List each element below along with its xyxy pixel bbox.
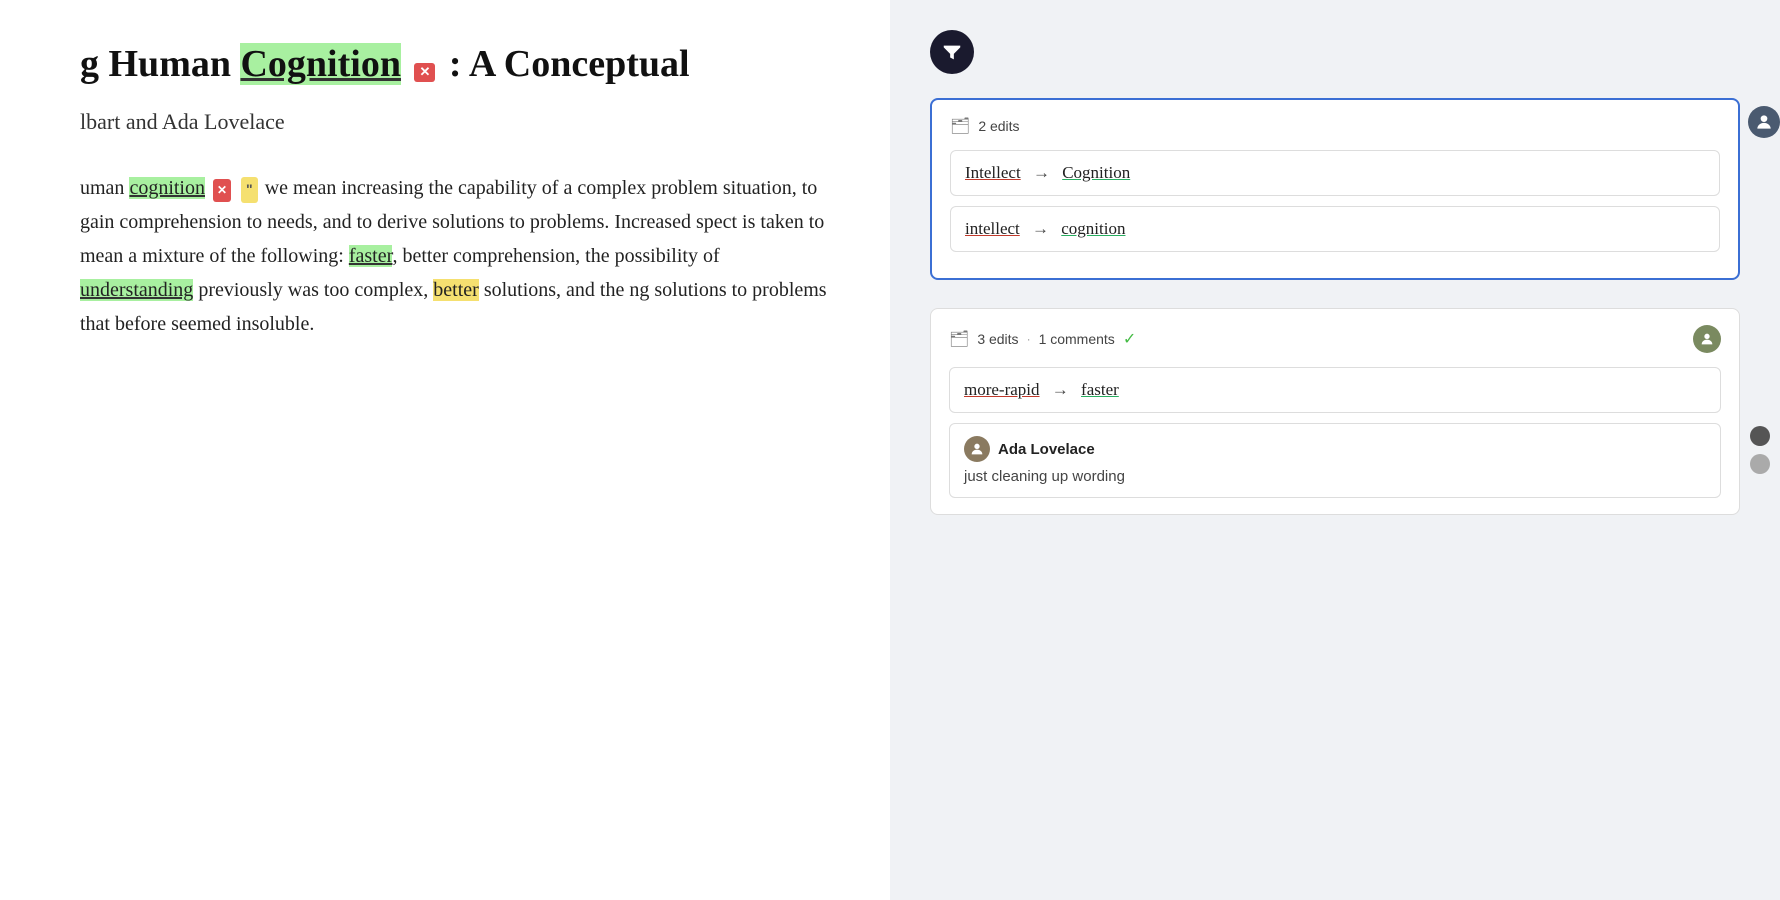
filter-icon bbox=[941, 41, 963, 63]
card2-new-1: faster bbox=[1081, 380, 1119, 399]
review-card-2-inner[interactable]: 🗂 3 edits · 1 comments ✓ more-rapid → fa… bbox=[930, 308, 1740, 515]
card1-new-2: cognition bbox=[1061, 219, 1125, 238]
title-after: : A Conceptual bbox=[439, 43, 689, 85]
document-title: g Human Cognition ✕ : A Conceptual bbox=[80, 40, 830, 89]
body-faster: faster bbox=[349, 245, 393, 267]
title-delete-badge: ✕ bbox=[414, 63, 435, 82]
review-card-2: 🗂 3 edits · 1 comments ✓ more-rapid → fa… bbox=[930, 308, 1740, 515]
review-card-1: 🗂 2 edits Intellect → Cognition intellec… bbox=[930, 98, 1740, 280]
body-better: better bbox=[433, 279, 479, 301]
body-quote-badge: " bbox=[241, 177, 258, 203]
card1-old-2: intellect bbox=[965, 219, 1020, 238]
side-dot-1[interactable] bbox=[1750, 426, 1770, 446]
folder-icon-1: 🗂 bbox=[950, 116, 970, 136]
body-cognition: cognition bbox=[129, 177, 205, 199]
filter-button[interactable] bbox=[930, 30, 974, 74]
card1-arrow-2: → bbox=[1032, 219, 1049, 238]
title-cognition: Cognition bbox=[240, 43, 400, 85]
card2-edit-1: more-rapid → faster bbox=[949, 367, 1721, 413]
card1-avatar bbox=[1748, 106, 1780, 138]
card1-arrow-1: → bbox=[1033, 163, 1050, 182]
card1-edit-1: Intellect → Cognition bbox=[950, 150, 1720, 196]
avatar2-icon bbox=[1699, 331, 1715, 347]
document-body: uman cognition ✕ " we mean increasing th… bbox=[80, 171, 830, 341]
comment-author-name: Ada Lovelace bbox=[998, 441, 1095, 458]
card2-dot: · bbox=[1027, 332, 1031, 346]
card2-comment-count: 1 comments bbox=[1039, 331, 1115, 347]
comment-body: just cleaning up wording bbox=[964, 468, 1706, 485]
card2-edit-count: 3 edits bbox=[977, 331, 1018, 347]
review-panel: 🗂 2 edits Intellect → Cognition intellec… bbox=[890, 0, 1780, 900]
body-middle: , better comprehension, the possibility … bbox=[392, 245, 719, 267]
document-panel: g Human Cognition ✕ : A Conceptual lbart… bbox=[0, 0, 890, 900]
document-authors: lbart and Ada Lovelace bbox=[80, 109, 830, 135]
card2-arrow-1: → bbox=[1052, 380, 1069, 399]
card1-new-1: Cognition bbox=[1062, 163, 1130, 182]
card1-edit-2: intellect → cognition bbox=[950, 206, 1720, 252]
body-delete-badge: ✕ bbox=[213, 179, 231, 201]
comment-author-avatar bbox=[964, 436, 990, 462]
card2-meta: 🗂 3 edits · 1 comments ✓ bbox=[949, 325, 1721, 353]
card1-edit-count: 2 edits bbox=[978, 118, 1019, 134]
card2-comment-author: Ada Lovelace bbox=[964, 436, 1706, 462]
card2-reviewed-icon: ✓ bbox=[1123, 329, 1136, 349]
card1-old-1: Intellect bbox=[965, 163, 1021, 182]
side-dot-2[interactable] bbox=[1750, 454, 1770, 474]
avatar1-icon bbox=[1754, 112, 1774, 132]
body-before-cognition: uman bbox=[80, 177, 129, 199]
review-card-1-inner[interactable]: 🗂 2 edits Intellect → Cognition intellec… bbox=[930, 98, 1740, 280]
body-understanding: understanding bbox=[80, 279, 193, 301]
card2-comment-section: Ada Lovelace just cleaning up wording bbox=[949, 423, 1721, 498]
card2-old-1: more-rapid bbox=[964, 380, 1040, 399]
body-after-understanding: previously was too complex, bbox=[193, 279, 433, 301]
card1-meta: 🗂 2 edits bbox=[950, 116, 1720, 136]
card2-avatar bbox=[1693, 325, 1721, 353]
commenter-avatar-icon bbox=[969, 441, 985, 457]
title-before: g Human bbox=[80, 43, 240, 85]
folder-icon-2: 🗂 bbox=[949, 329, 969, 349]
side-indicators bbox=[1750, 426, 1770, 474]
